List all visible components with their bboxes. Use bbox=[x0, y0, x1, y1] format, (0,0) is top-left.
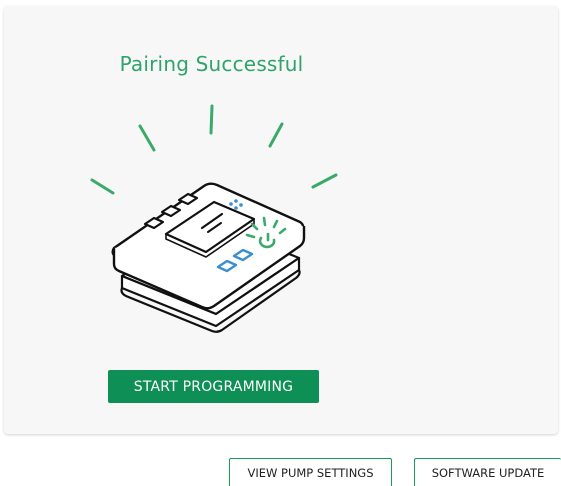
pump-pairing-screen: Pairing Successful START PROGRAMMING VIE… bbox=[0, 0, 561, 486]
pairing-card: Pairing Successful START PROGRAMMING bbox=[4, 6, 558, 434]
pump-device-icon bbox=[90, 104, 338, 333]
start-programming-button[interactable]: START PROGRAMMING bbox=[108, 370, 319, 403]
pairing-title: Pairing Successful bbox=[119, 52, 304, 76]
view-pump-settings-button[interactable]: VIEW PUMP SETTINGS bbox=[229, 458, 392, 486]
success-rays bbox=[90, 104, 338, 195]
software-update-button[interactable]: SOFTWARE UPDATE bbox=[414, 458, 561, 486]
